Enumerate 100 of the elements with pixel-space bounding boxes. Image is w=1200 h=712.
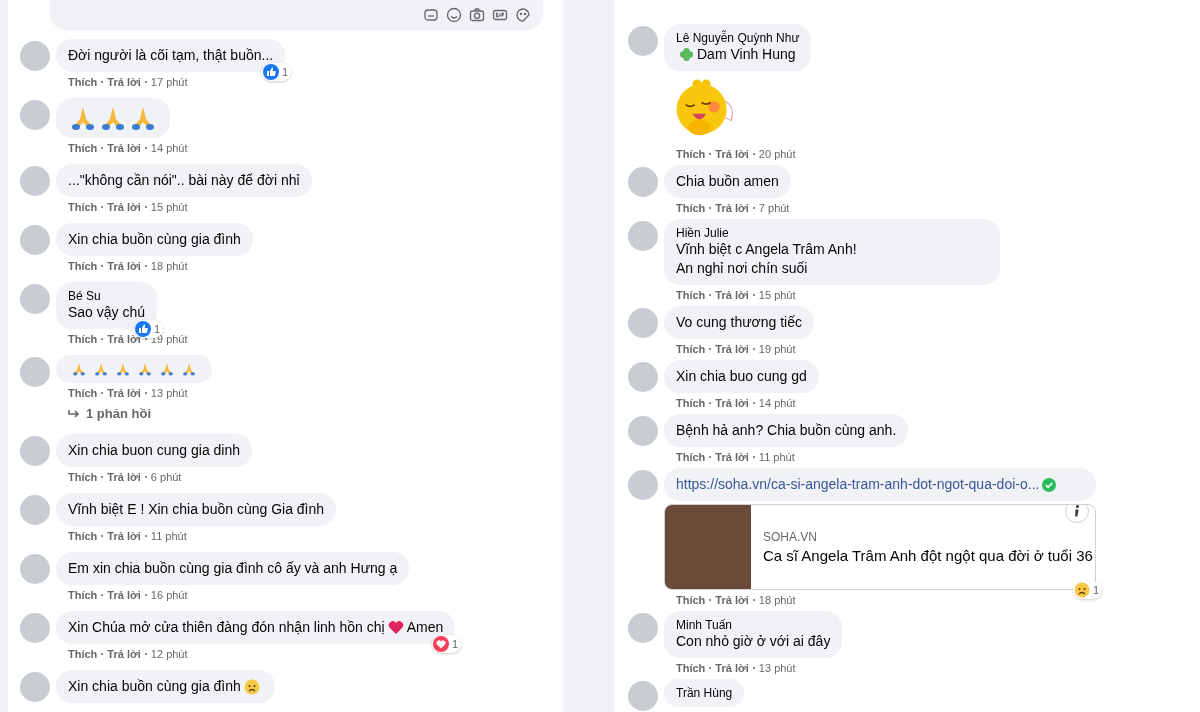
like-link[interactable]: Thích xyxy=(676,201,706,215)
avatar[interactable] xyxy=(20,166,50,196)
like-link[interactable]: Thích xyxy=(68,470,98,484)
like-link[interactable]: Thích xyxy=(68,75,98,89)
comment-time[interactable]: 13 phút xyxy=(758,661,796,675)
comment-time[interactable]: 12 phút xyxy=(150,647,188,661)
info-icon[interactable] xyxy=(1065,505,1089,523)
like-link[interactable]: Thích xyxy=(676,147,706,161)
comment-time[interactable]: 18 phút xyxy=(150,259,188,273)
like-link[interactable]: Thích xyxy=(68,588,98,602)
avatar[interactable] xyxy=(20,284,50,314)
reply-link[interactable]: Trả lời xyxy=(107,529,141,543)
reply-link[interactable]: Trả lời xyxy=(107,259,141,273)
comment-text: Vĩnh biệt E ! Xin chia buồn cùng Gia đình xyxy=(68,500,325,519)
comment-time[interactable]: 16 phút xyxy=(150,588,188,602)
reply-link[interactable]: Trả lời xyxy=(715,288,749,302)
like-link[interactable]: Thích xyxy=(676,450,706,464)
comment-text: Xin chia buồn cùng gia đình xyxy=(68,230,241,249)
reply-link[interactable]: Trả lời xyxy=(107,470,141,484)
view-replies-link[interactable]: 1 phản hồi xyxy=(86,406,151,421)
smiley-sticker-icon[interactable] xyxy=(515,7,531,23)
avatar[interactable] xyxy=(628,26,658,56)
avatar[interactable] xyxy=(20,613,50,643)
reply-link[interactable]: Trả lời xyxy=(107,75,141,89)
avatar[interactable] xyxy=(628,167,658,197)
thumbs-up-icon xyxy=(134,321,151,337)
comment-time[interactable]: 14 phút xyxy=(758,396,796,410)
reply-link[interactable]: Trả lời xyxy=(107,386,141,400)
comment-time[interactable]: 15 phút xyxy=(758,288,796,302)
avatar[interactable] xyxy=(20,225,50,255)
comment-text: Đời người là cõi tạm, thật buồn... xyxy=(68,46,274,65)
reply-link[interactable]: Trả lời xyxy=(715,201,749,215)
reply-link[interactable]: Trả lời xyxy=(107,141,141,155)
comment-time[interactable]: 11 phút xyxy=(150,529,187,543)
comment-text: Con nhỏ giờ ở với ai đây xyxy=(676,632,831,651)
comment-input-field[interactable] xyxy=(50,0,543,30)
avatar[interactable] xyxy=(628,362,658,392)
like-link[interactable]: Thích xyxy=(68,200,98,214)
link[interactable]: https://soha.vn/ca-si-angela-tram-anh-dot-ngot-qua-doi-o... xyxy=(676,475,1040,494)
comment-time[interactable]: 7 phút xyxy=(758,201,790,215)
comment-time[interactable]: 18 phút xyxy=(758,593,796,607)
avatar[interactable] xyxy=(20,672,50,702)
comment-time[interactable]: 11 phút xyxy=(758,450,795,464)
like-link[interactable]: Thích xyxy=(68,141,98,155)
like-link[interactable]: Thích xyxy=(68,332,98,346)
avatar[interactable] xyxy=(20,41,50,71)
avatar[interactable] xyxy=(628,416,658,446)
reply-link[interactable]: Trả lời xyxy=(715,593,749,607)
comment-time[interactable]: 6 phút xyxy=(150,470,182,484)
comment-time[interactable]: 19 phút xyxy=(758,342,796,356)
comment-text: Vĩnh biệt c Angela Trâm Anh! xyxy=(676,240,857,259)
like-link[interactable]: Thích xyxy=(676,342,706,356)
like-link[interactable]: Thích xyxy=(68,259,98,273)
comment-text: Sao vậy chú xyxy=(68,303,146,322)
avatar[interactable] xyxy=(628,308,658,338)
avatar[interactable] xyxy=(20,436,50,466)
avatar[interactable] xyxy=(628,221,658,251)
link-source: SOHA.VN xyxy=(763,530,818,544)
reaction-count[interactable]: 1 xyxy=(432,635,462,653)
comment-time[interactable]: 20 phút xyxy=(758,147,796,161)
avatar[interactable] xyxy=(20,495,50,525)
like-link[interactable]: Thích xyxy=(68,386,98,400)
like-link[interactable]: Thích xyxy=(676,288,706,302)
sticker-icon[interactable] xyxy=(423,7,439,23)
commenter-name[interactable]: Lê Nguyễn Quỳnh Như xyxy=(676,31,800,45)
reaction-count[interactable]: 1 xyxy=(262,63,292,81)
like-link[interactable]: Thích xyxy=(676,593,706,607)
reply-link[interactable]: Trả lời xyxy=(715,396,749,410)
comment-time[interactable]: 14 phút xyxy=(150,141,188,155)
like-link[interactable]: Thích xyxy=(676,396,706,410)
reply-link[interactable]: Trả lời xyxy=(715,342,749,356)
commenter-name[interactable]: Minh Tuấn xyxy=(676,618,733,632)
reply-link[interactable]: Trả lời xyxy=(107,647,141,661)
commenter-name[interactable]: Bé Su xyxy=(68,289,101,303)
reply-link[interactable]: Trả lời xyxy=(715,661,749,675)
avatar[interactable] xyxy=(628,613,658,643)
like-link[interactable]: Thích xyxy=(676,661,706,675)
reaction-count[interactable]: 1 xyxy=(1072,581,1102,599)
praying-hands-icon xyxy=(93,362,109,376)
like-link[interactable]: Thích xyxy=(68,529,98,543)
commenter-name[interactable]: Trần Hùng xyxy=(676,686,733,700)
avatar[interactable] xyxy=(628,470,658,500)
reply-link[interactable]: Trả lời xyxy=(107,588,141,602)
avatar[interactable] xyxy=(20,554,50,584)
comment-text: Xin Chúa mở cửa thiên đàng đón nhận linh hồn chị xyxy=(68,618,385,637)
comment-time[interactable]: 15 phút xyxy=(150,200,188,214)
camera-icon[interactable] xyxy=(469,7,485,23)
comment-time[interactable]: 17 phút xyxy=(150,75,188,89)
avatar[interactable] xyxy=(20,100,50,130)
gif-icon[interactable] xyxy=(492,7,508,23)
commenter-name[interactable]: Hiền Julie xyxy=(676,226,729,240)
avatar[interactable] xyxy=(20,357,50,387)
reply-link[interactable]: Trả lời xyxy=(107,200,141,214)
comment-time[interactable]: 13 phút xyxy=(150,386,188,400)
reply-link[interactable]: Trả lời xyxy=(715,450,749,464)
avatar[interactable] xyxy=(628,681,658,711)
emoji-icon[interactable] xyxy=(446,7,462,23)
comment-text: Xin chia buồn cùng gia đình xyxy=(68,677,241,696)
reply-link[interactable]: Trả lời xyxy=(715,147,749,161)
like-link[interactable]: Thích xyxy=(68,647,98,661)
